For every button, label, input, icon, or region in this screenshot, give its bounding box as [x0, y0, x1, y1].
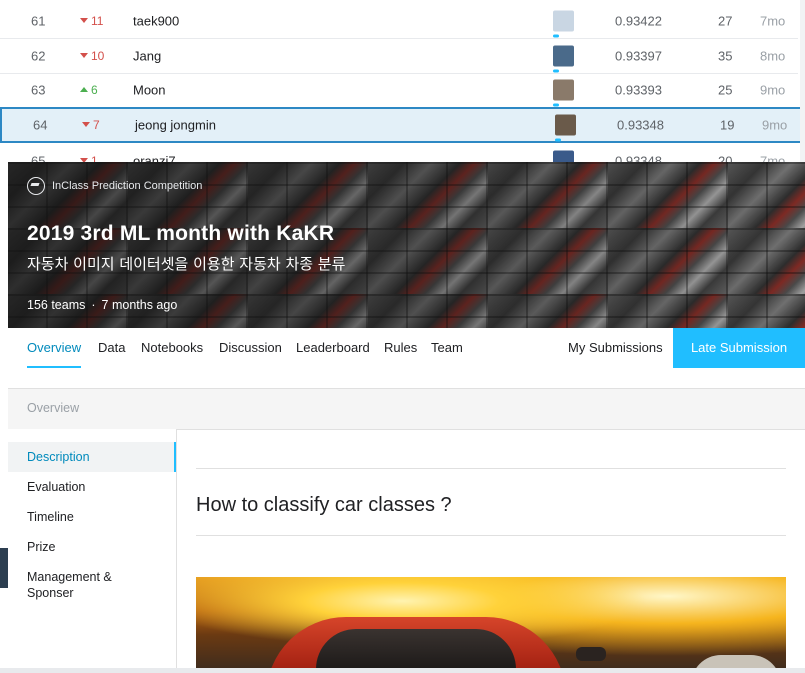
- rank-change: 1: [80, 154, 98, 162]
- entries: 20: [718, 153, 733, 163]
- last-submission: 9mo: [760, 82, 786, 98]
- sidebar-item-evaluation[interactable]: Evaluation: [8, 479, 176, 495]
- team-name[interactable]: taek900: [133, 14, 179, 29]
- divider: [196, 468, 786, 469]
- car-mirror: [576, 647, 606, 661]
- content-heading: How to classify car classes ?: [196, 494, 452, 516]
- graduation-cap-icon: [27, 177, 45, 195]
- competition-age: 7 months ago: [101, 298, 178, 312]
- rank: 61: [31, 13, 46, 29]
- tab-data[interactable]: Data: [98, 328, 125, 368]
- competition-subtitle: 자동차 이미지 데이터셋을 이용한 자동차 차종 분류: [27, 255, 346, 273]
- last-submission: 8mo: [760, 48, 786, 64]
- competition-title: 2019 3rd ML month with KaKR: [27, 222, 335, 245]
- entries: 35: [718, 48, 733, 64]
- entries: 19: [720, 117, 735, 133]
- team-name[interactable]: Moon: [133, 83, 166, 98]
- team-name[interactable]: Jang: [133, 49, 161, 64]
- scrollbar[interactable]: [800, 0, 805, 162]
- tab-leaderboard[interactable]: Leaderboard: [296, 328, 370, 368]
- window-edge: [0, 548, 8, 588]
- last-submission: 9mo: [762, 117, 788, 133]
- rank: 63: [31, 82, 46, 98]
- badge-label: InClass Prediction Competition: [52, 180, 203, 192]
- entries: 27: [718, 13, 733, 29]
- leaderboard-row[interactable]: 61 11 taek900 0.93422 27 7mo: [0, 4, 798, 39]
- triangle-down-icon: [80, 18, 88, 23]
- rank: 64: [33, 117, 48, 133]
- avatar[interactable]: [553, 79, 574, 107]
- sidebar-item-prize[interactable]: Prize: [8, 539, 176, 555]
- section-header: Overview: [8, 388, 805, 430]
- section-title: Overview: [27, 401, 80, 415]
- leaderboard-table: 61 11 taek900 0.93422 27 7mo 62 10 Jang …: [0, 0, 805, 162]
- leaderboard-row-highlighted[interactable]: 64 7 jeong jongmin 0.93348 19 9mo: [0, 107, 802, 143]
- rank-change: 11: [80, 14, 103, 28]
- car-windshield: [316, 629, 516, 669]
- team-name[interactable]: jeong jongmin: [135, 118, 216, 133]
- tab-rules[interactable]: Rules: [384, 328, 417, 368]
- rank: 65: [31, 153, 46, 163]
- score: 0.93422: [615, 13, 662, 29]
- rank-change: 7: [82, 118, 100, 132]
- avatar[interactable]: [553, 10, 574, 38]
- competition-tabs: Overview Data Notebooks Discussion Leade…: [8, 328, 805, 368]
- tab-team[interactable]: Team: [431, 328, 463, 368]
- triangle-down-icon: [80, 53, 88, 58]
- car-image: [196, 577, 786, 673]
- tab-discussion[interactable]: Discussion: [219, 328, 282, 368]
- triangle-down-icon: [82, 122, 90, 127]
- rank: 62: [31, 48, 46, 64]
- entries: 25: [718, 82, 733, 98]
- score: 0.93348: [617, 117, 664, 133]
- separator-dot: ·: [91, 298, 96, 312]
- leaderboard-row[interactable]: 65 1 oranzi7 0.93348 20 7mo: [0, 144, 798, 162]
- divider: [196, 535, 786, 536]
- leaderboard-row[interactable]: 63 6 Moon 0.93393 25 9mo: [0, 73, 798, 108]
- sidebar-item-description[interactable]: Description: [8, 442, 176, 472]
- competition-header: InClass Prediction Competition 2019 3rd …: [8, 162, 805, 328]
- avatar[interactable]: [553, 150, 574, 162]
- competition-meta: 156 teams · 7 months ago: [27, 298, 177, 312]
- last-submission: 7mo: [760, 153, 786, 163]
- rank-change: 10: [80, 49, 104, 63]
- last-submission: 7mo: [760, 13, 786, 29]
- leaderboard-row[interactable]: 62 10 Jang 0.93397 35 8mo: [0, 39, 798, 74]
- late-submission-button[interactable]: Late Submission: [673, 328, 805, 368]
- score: 0.93348: [615, 153, 662, 163]
- avatar[interactable]: [555, 114, 576, 142]
- team-count: 156 teams: [27, 298, 86, 312]
- bottom-edge: [0, 668, 805, 673]
- avatar[interactable]: [553, 45, 574, 73]
- sidebar-item-management[interactable]: Management & Sponser: [8, 569, 128, 601]
- overview-sidebar: Description Evaluation Timeline Prize Ma…: [8, 429, 177, 673]
- triangle-up-icon: [80, 87, 88, 92]
- rank-change: 6: [80, 83, 98, 97]
- tab-notebooks[interactable]: Notebooks: [141, 328, 203, 368]
- competition-badge: InClass Prediction Competition: [27, 177, 202, 195]
- tab-overview[interactable]: Overview: [27, 328, 82, 368]
- sidebar-item-timeline[interactable]: Timeline: [8, 509, 176, 525]
- score: 0.93397: [615, 48, 662, 64]
- team-name[interactable]: oranzi7: [133, 154, 176, 163]
- my-submissions-link[interactable]: My Submissions: [568, 328, 663, 368]
- score: 0.93393: [615, 82, 662, 98]
